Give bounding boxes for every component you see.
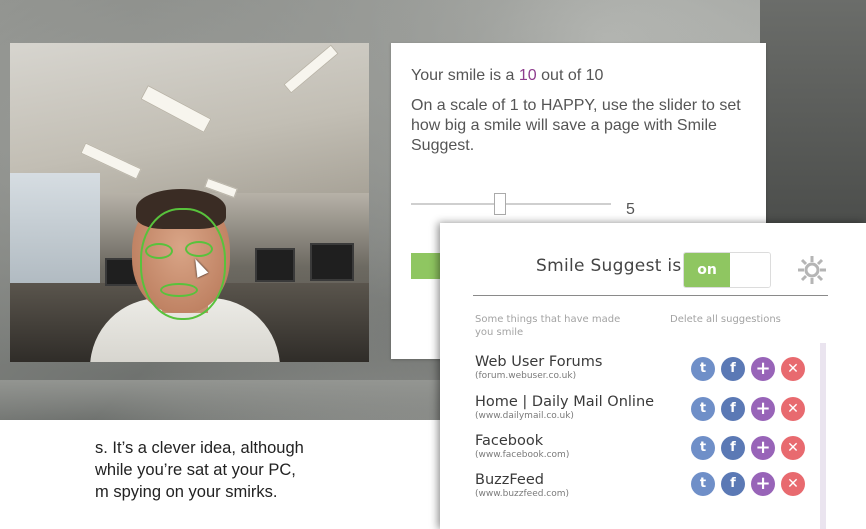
site-name: Web User Forums <box>475 354 603 370</box>
site-actions: t f + ✕ <box>691 397 809 421</box>
happiness-slider-track[interactable] <box>411 203 611 205</box>
facebook-share-icon[interactable]: f <box>721 472 745 496</box>
twitter-share-icon[interactable]: t <box>691 397 715 421</box>
site-name: Home | Daily Mail Online <box>475 394 655 410</box>
delete-icon[interactable]: ✕ <box>781 472 805 496</box>
save-button[interactable] <box>411 253 441 279</box>
site-actions: t f + ✕ <box>691 357 809 381</box>
gear-icon[interactable] <box>796 254 828 286</box>
office-monitor <box>255 248 295 282</box>
site-actions: t f + ✕ <box>691 436 809 460</box>
list-item[interactable]: Home | Daily Mail Online (www.dailymail.… <box>475 394 654 421</box>
eye-detection-marker <box>185 241 213 257</box>
site-actions: t f + ✕ <box>691 472 809 496</box>
mouth-detection-marker <box>160 283 198 297</box>
slider-value: 5 <box>626 201 635 218</box>
article-line: m spying on your smirks. <box>95 483 278 501</box>
face-detection-outline <box>140 208 226 320</box>
article-text: s. It’s a clever idea, although while yo… <box>95 437 304 503</box>
facebook-share-icon[interactable]: f <box>721 397 745 421</box>
article-line: while you’re sat at your PC, <box>95 461 296 479</box>
google-plus-icon[interactable]: + <box>751 472 775 496</box>
list-scrollbar[interactable] <box>820 343 826 529</box>
delete-all-link[interactable]: Delete all suggestions <box>670 313 781 326</box>
eye-detection-marker <box>145 243 173 259</box>
list-item[interactable]: BuzzFeed (www.buzzfeed.com) <box>475 472 569 499</box>
site-url: (www.buzzfeed.com) <box>475 489 570 499</box>
twitter-share-icon[interactable]: t <box>691 472 715 496</box>
google-plus-icon[interactable]: + <box>751 397 775 421</box>
office-window <box>10 173 100 293</box>
site-name: Facebook <box>475 433 544 449</box>
score-value: 10 <box>518 67 537 84</box>
site-url: (forum.webuser.co.uk) <box>475 371 577 381</box>
webcam-preview <box>10 43 369 362</box>
score-suffix: out of 10 <box>541 67 604 84</box>
happiness-slider-thumb[interactable] <box>494 193 506 215</box>
toggle-off-area <box>730 253 770 287</box>
score-prefix: Your smile is a <box>411 67 515 84</box>
twitter-share-icon[interactable]: t <box>691 436 715 460</box>
facebook-share-icon[interactable]: f <box>721 357 745 381</box>
site-url: (www.facebook.com) <box>475 450 570 460</box>
smile-suggest-toggle[interactable]: on <box>683 252 771 288</box>
background-fade <box>0 380 440 420</box>
facebook-share-icon[interactable]: f <box>721 436 745 460</box>
office-monitor <box>310 243 354 281</box>
list-item[interactable]: Facebook (www.facebook.com) <box>475 433 569 460</box>
divider <box>473 295 828 296</box>
toggle-on-label: on <box>684 253 730 287</box>
delete-icon[interactable]: ✕ <box>781 357 805 381</box>
twitter-share-icon[interactable]: t <box>691 357 715 381</box>
suggestions-header: Some things that have made you smile <box>475 314 621 338</box>
google-plus-icon[interactable]: + <box>751 357 775 381</box>
smile-suggest-popup: Smile Suggest is on Some things that hav… <box>440 223 866 529</box>
popup-title: Smile Suggest is <box>536 256 682 276</box>
slider-description: On a scale of 1 to HAPPY, use the slider… <box>411 97 741 154</box>
list-item[interactable]: Web User Forums (forum.webuser.co.uk) <box>475 354 602 381</box>
delete-icon[interactable]: ✕ <box>781 436 805 460</box>
google-plus-icon[interactable]: + <box>751 436 775 460</box>
site-name: BuzzFeed <box>475 472 544 488</box>
smile-score: Your smile is a 10 out of 10 <box>411 67 603 85</box>
delete-icon[interactable]: ✕ <box>781 397 805 421</box>
article-line: s. It’s a clever idea, although <box>95 439 304 457</box>
site-url: (www.dailymail.co.uk) <box>475 411 574 421</box>
